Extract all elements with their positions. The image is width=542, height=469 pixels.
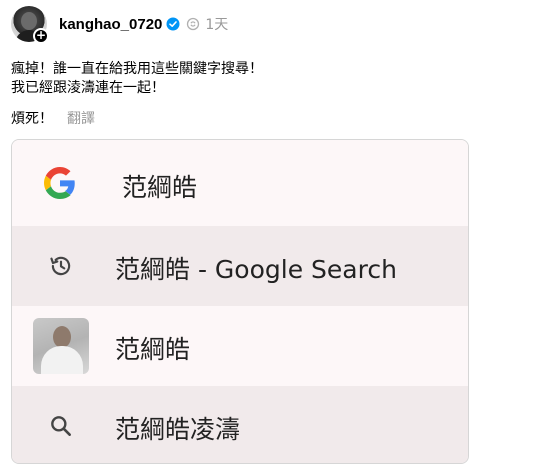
suggestion-text: 范綱皓 - Google Search [115,255,397,284]
post-line-1: 瘋掉！誰一直在給我用這些關鍵字搜尋！ [11,61,263,77]
verified-badge-icon [166,17,180,31]
thumbnail-body [41,346,83,374]
suggestion-text: 范綱皓 [115,335,191,364]
post-line-2: 我已經跟淩濤連在一起！ [11,80,165,96]
post-followup-text: 煩死！ [11,111,53,127]
thumbnail-face [53,326,71,348]
post-header: + kanghao_0720 1天 [11,6,228,46]
translate-link[interactable]: 翻譯 [67,110,95,129]
google-logo-icon [44,167,75,199]
suggestion-row-profile: 范綱皓 [12,306,468,386]
post-body: 瘋掉！誰一直在給我用這些關鍵字搜尋！ 我已經跟淩濤連在一起！ [11,60,263,98]
author-avatar[interactable]: + [11,6,51,46]
suggestion-row-history: 范綱皓 - Google Search [12,226,468,306]
profile-thumbnail [33,318,89,374]
search-icon [51,416,71,436]
add-follow-icon[interactable]: + [33,28,49,44]
search-query-text: 范綱皓 [122,173,198,202]
avatar-face [21,12,37,30]
post-followup: 煩死！ 翻譯 [11,110,95,129]
suggestion-text: 范綱皓凌濤 [115,415,241,444]
suggestion-row-search: 范綱皓凌濤 [12,386,468,463]
history-icon [50,256,71,276]
search-query-row: 范綱皓 [12,140,468,226]
search-suggestions-image[interactable]: 范綱皓 范綱皓 - Google Search 范綱皓 范綱皓凌濤 [11,139,469,464]
post-timestamp[interactable]: 1天 [205,14,228,34]
post-meta: kanghao_0720 1天 [59,14,228,34]
username-link[interactable]: kanghao_0720 [59,16,162,33]
repost-icon [186,17,200,31]
